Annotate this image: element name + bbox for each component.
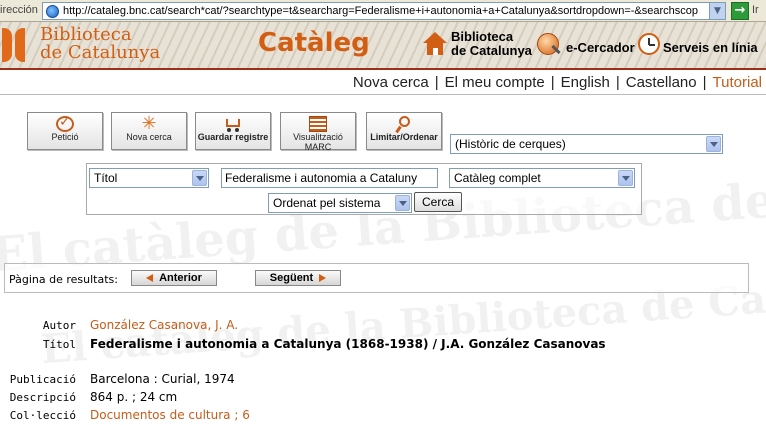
- address-label: irección: [0, 4, 38, 16]
- search-type-value: Títol: [94, 171, 118, 185]
- chevron-down-icon[interactable]: [395, 195, 410, 211]
- page-icon: [46, 5, 59, 18]
- nav-separator: |: [550, 74, 555, 91]
- author-label: Autor: [42, 319, 76, 332]
- description-value: 864 p. ; 24 cm: [90, 390, 178, 404]
- peticio-label: Petició: [51, 132, 79, 142]
- historic-selected-value: (Històric de cerques): [455, 137, 566, 151]
- search-scope-value: Catàleg complet: [454, 171, 541, 185]
- seguent-button[interactable]: Següent: [255, 270, 341, 286]
- site-header: Biblioteca de Catalunya Catàleg Bibliote…: [0, 22, 766, 68]
- nav-links: Nova cerca | El meu compte | English | Castell…: [353, 74, 762, 91]
- collection-link[interactable]: Documentos de cultura ; 6: [90, 408, 250, 422]
- biblioteca-link-line-1: Biblioteca: [451, 29, 514, 44]
- search-query-input[interactable]: Federalisme i autonomia a Cataluny: [221, 168, 438, 188]
- nav-separator: |: [702, 74, 707, 91]
- nav-english[interactable]: English: [561, 74, 610, 91]
- nav-separator: |: [615, 74, 620, 91]
- nav-tutorial[interactable]: Tutorial: [713, 74, 762, 91]
- visualitzacio-marc-button[interactable]: Visualització MARC: [280, 112, 356, 152]
- guardar-registre-button[interactable]: Guardar registre: [195, 112, 271, 150]
- url-text: http://cataleg.bnc.cat/search*cat/?searc…: [63, 5, 699, 17]
- results-pagination-bar: Pàgina de resultats: Anterior Següent: [4, 263, 749, 293]
- top-nav: Nova cerca | El meu compte | English | Castell…: [0, 70, 766, 94]
- nav-nova-cerca[interactable]: Nova cerca: [353, 74, 429, 91]
- house-icon[interactable]: [423, 32, 447, 56]
- sparkle-icon: ✳: [141, 113, 157, 134]
- bc-logo-icon[interactable]: [2, 28, 36, 62]
- chevron-down-icon[interactable]: ▼: [709, 3, 725, 19]
- sort-value: Ordenat pel sistema: [273, 196, 381, 210]
- title-label: Títol: [42, 338, 76, 351]
- nav-separator: |: [434, 74, 439, 91]
- page-title: Catàleg: [258, 28, 370, 58]
- search-query-value: Federalisme i autonomia a Cataluny: [225, 171, 418, 185]
- url-input[interactable]: http://cataleg.bnc.cat/search*cat/?searc…: [42, 2, 726, 20]
- description-label: Descripció: [9, 391, 76, 404]
- seguent-label: Següent: [269, 272, 314, 284]
- marc-label-1: Visualització: [293, 132, 343, 142]
- anterior-label: Anterior: [159, 272, 202, 284]
- arrow-left-icon: [146, 274, 154, 283]
- guardar-registre-label: Guardar registre: [197, 132, 269, 142]
- biblioteca-link[interactable]: Biblioteca de Catalunya: [451, 30, 532, 58]
- search-scope-select[interactable]: Catàleg complet: [449, 168, 635, 188]
- marc-record-icon: [309, 116, 327, 132]
- limitar-ordenar-label: Limitar/Ordenar: [370, 132, 438, 142]
- nav-divider: [0, 94, 766, 95]
- nova-cerca-button[interactable]: ✳ Nova cerca: [111, 112, 187, 150]
- logo-text[interactable]: Biblioteca de Catalunya: [40, 26, 160, 62]
- clock-icon[interactable]: [638, 33, 660, 55]
- publication-value: Barcelona : Curial, 1974: [90, 372, 235, 386]
- go-button-label[interactable]: Ir: [752, 4, 759, 16]
- cart-icon: [224, 116, 242, 132]
- serveis-en-linia-link[interactable]: Serveis en línia: [663, 41, 758, 55]
- nav-el-meu-compte[interactable]: El meu compte: [445, 74, 545, 91]
- peticio-button[interactable]: Petició: [27, 112, 103, 150]
- sort-select[interactable]: Ordenat pel sistema: [268, 193, 412, 213]
- chevron-down-icon[interactable]: [192, 170, 207, 186]
- record-title: Federalisme i autonomia a Catalunya (186…: [90, 337, 606, 351]
- cerca-button[interactable]: Cerca: [414, 192, 462, 212]
- limitar-ordenar-button[interactable]: Limitar/Ordenar: [366, 112, 442, 150]
- search-type-select[interactable]: Títol: [89, 168, 209, 188]
- address-bar-row: irección http://cataleg.bnc.cat/search*c…: [0, 0, 766, 22]
- search-globe-icon[interactable]: [537, 33, 559, 55]
- chevron-down-icon[interactable]: [618, 170, 633, 186]
- nav-castellano[interactable]: Castellano: [626, 74, 697, 91]
- publication-label: Publicació: [9, 373, 76, 386]
- author-link[interactable]: González Casanova, J. A.: [90, 318, 238, 332]
- historic-cerques-select[interactable]: (Històric de cerques): [450, 134, 723, 154]
- collection-label: Col·lecció: [9, 409, 76, 422]
- anterior-button[interactable]: Anterior: [131, 270, 217, 286]
- ecercador-link[interactable]: e-Cercador: [566, 41, 635, 55]
- results-page-label: Pàgina de resultats:: [9, 273, 118, 286]
- arrow-right-icon: [319, 274, 327, 283]
- go-arrow-icon[interactable]: →: [731, 2, 749, 20]
- chevron-down-icon[interactable]: [706, 136, 721, 152]
- check-circle-icon: [56, 114, 74, 132]
- biblioteca-link-line-2: de Catalunya: [451, 43, 532, 58]
- logo-line-2: de Catalunya: [40, 42, 161, 63]
- marc-label-2: MARC: [304, 142, 332, 152]
- magnifier-icon: [395, 116, 413, 134]
